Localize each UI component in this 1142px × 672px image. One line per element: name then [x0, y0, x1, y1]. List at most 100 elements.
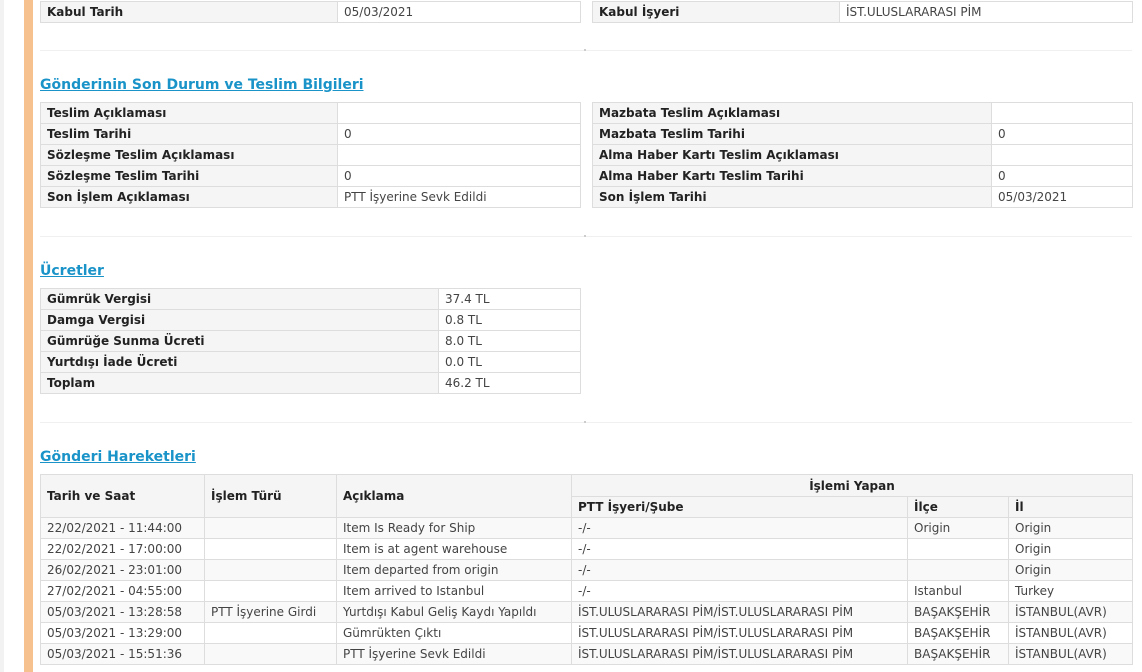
cell-tarih: 22/02/2021 - 11:44:00	[40, 517, 205, 539]
table-row: Mazbata Teslim Tarihi 0	[592, 123, 1133, 145]
table-row: Damga Vergisi 0.8 TL	[40, 309, 581, 331]
row-value	[991, 144, 1133, 166]
cell-ilce: Istanbul	[907, 580, 1009, 602]
separator	[40, 49, 1132, 51]
son-durum-left-table: Teslim Açıklaması Teslim Tarihi 0 Sözleşm…	[40, 102, 581, 208]
row-value: PTT İşyerine Sevk Edildi	[337, 186, 581, 208]
cell-il: İSTANBUL(AVR)	[1008, 643, 1133, 665]
row-label: Sözleşme Teslim Tarihi	[40, 165, 338, 187]
row-label: Gümrüğe Sunma Ücreti	[40, 330, 439, 352]
table-row: Gümrüğe Sunma Ücreti 8.0 TL	[40, 330, 581, 352]
cell-ilce: BAŞAKŞEHİR	[907, 643, 1009, 665]
row-label: Toplam	[40, 372, 439, 394]
row-value: 0	[991, 123, 1133, 145]
row-label: Alma Haber Kartı Teslim Tarihi	[592, 165, 992, 187]
row-value: 0.8 TL	[438, 309, 581, 331]
cell-aciklama: Item is at agent warehouse	[336, 538, 572, 560]
kabul-tarih-label: Kabul Tarih	[40, 1, 338, 23]
cell-il: Origin	[1008, 517, 1133, 539]
cell-islem	[204, 517, 337, 539]
cell-tarih: 05/03/2021 - 15:51:36	[40, 643, 205, 665]
table-row: Alma Haber Kartı Teslim Tarihi 0	[592, 165, 1133, 187]
cell-sube: İST.ULUSLARARASI PİM/İST.ULUSLARARASI Pİ…	[571, 601, 908, 623]
table-row: 05/03/2021 - 15:51:36 PTT İşyerine Sevk …	[40, 643, 1133, 665]
kabul-isyeri-value: İST.ULUSLARARASI PİM	[839, 1, 1133, 23]
table-row: 27/02/2021 - 04:55:00 Item arrived to Is…	[40, 580, 1133, 602]
cell-islem	[204, 559, 337, 581]
row-value: 05/03/2021	[991, 186, 1133, 208]
table-row: Yurtdışı İade Ücreti 0.0 TL	[40, 351, 581, 373]
cell-tarih: 27/02/2021 - 04:55:00	[40, 580, 205, 602]
kabul-isyeri-label: Kabul İşyeri	[592, 1, 840, 23]
row-value: 0	[337, 165, 581, 187]
table-row: Son İşlem Açıklaması PTT İşyerine Sevk Ed…	[40, 186, 581, 208]
col-header-sube: PTT İşyeri/Şube	[571, 496, 908, 518]
hareketler-title[interactable]: Gönderi Hareketleri	[40, 449, 196, 465]
row-value: 0	[991, 165, 1133, 187]
table-row: Son İşlem Tarihi 05/03/2021	[592, 186, 1133, 208]
son-durum-title[interactable]: Gönderinin Son Durum ve Teslim Bilgileri	[40, 77, 364, 93]
cell-ilce: Origin	[907, 517, 1009, 539]
table-row: Gümrük Vergisi 37.4 TL	[40, 288, 581, 310]
cell-aciklama: PTT İşyerine Sevk Edildi	[336, 643, 572, 665]
row-label: Alma Haber Kartı Teslim Açıklaması	[592, 144, 992, 166]
table-row: Sözleşme Teslim Tarihi 0	[40, 165, 581, 187]
cell-ilce	[907, 538, 1009, 560]
table-row: 05/03/2021 - 13:29:00 Gümrükten Çıktı İS…	[40, 622, 1133, 644]
row-label: Teslim Açıklaması	[40, 102, 338, 124]
cell-tarih: 05/03/2021 - 13:29:00	[40, 622, 205, 644]
col-header-islem: İşlem Türü	[204, 474, 337, 518]
row-label: Yurtdışı İade Ücreti	[40, 351, 439, 373]
ucretler-table: Gümrük Vergisi 37.4 TL Damga Vergisi 0.8 T…	[40, 288, 581, 394]
cell-ilce	[907, 559, 1009, 581]
row-label: Son İşlem Açıklaması	[40, 186, 338, 208]
row-label: Gümrük Vergisi	[40, 288, 439, 310]
row-label: Mazbata Teslim Tarihi	[592, 123, 992, 145]
table-row: 22/02/2021 - 11:44:00 Item Is Ready for …	[40, 517, 1133, 539]
row-value: 8.0 TL	[438, 330, 581, 352]
cell-tarih: 22/02/2021 - 17:00:00	[40, 538, 205, 560]
accent-bar	[24, 0, 33, 672]
table-row: Teslim Açıklaması	[40, 102, 581, 124]
kabul-tarih-value: 05/03/2021	[337, 1, 581, 23]
cell-tarih: 05/03/2021 - 13:28:58	[40, 601, 205, 623]
cell-aciklama: Gümrükten Çıktı	[336, 622, 572, 644]
kabul-tarih-row: Kabul Tarih 05/03/2021	[40, 1, 581, 23]
table-row: 22/02/2021 - 17:00:00 Item is at agent w…	[40, 538, 1133, 560]
cell-sube: İST.ULUSLARARASI PİM/İST.ULUSLARARASI Pİ…	[571, 622, 908, 644]
col-header-aciklama: Açıklama	[336, 474, 572, 518]
cell-sube: -/-	[571, 538, 908, 560]
son-durum-right-table: Mazbata Teslim Açıklaması Mazbata Teslim…	[592, 102, 1133, 208]
cell-sube: -/-	[571, 517, 908, 539]
col-header-tarih: Tarih ve Saat	[40, 474, 205, 518]
separator	[40, 421, 1132, 423]
row-value: 46.2 TL	[438, 372, 581, 394]
col-header-yapan: İşlemi Yapan	[571, 473, 1133, 498]
cell-islem	[204, 580, 337, 602]
cell-aciklama: Yurtdışı Kabul Geliş Kaydı Yapıldı	[336, 601, 572, 623]
kabul-right-table: Kabul İşyeri İST.ULUSLARARASI PİM	[592, 1, 1133, 23]
table-row: Teslim Tarihi 0	[40, 123, 581, 145]
hareketler-table: Tarih ve Saat İşlem Türü Açıklama İşlemi…	[40, 473, 1133, 665]
table-row: Mazbata Teslim Açıklaması	[592, 102, 1133, 124]
ucretler-title[interactable]: Ücretler	[40, 263, 104, 279]
row-value: 0.0 TL	[438, 351, 581, 373]
table-header-row: Tarih ve Saat İşlem Türü Açıklama İşlemi…	[40, 473, 1133, 518]
col-header-il: İl	[1008, 496, 1133, 518]
cell-islem: PTT İşyerine Girdi	[204, 601, 337, 623]
row-label: Mazbata Teslim Açıklaması	[592, 102, 992, 124]
cell-islem	[204, 622, 337, 644]
table-row: Toplam 46.2 TL	[40, 372, 581, 394]
cell-sube: İST.ULUSLARARASI PİM/İST.ULUSLARARASI Pİ…	[571, 643, 908, 665]
cell-tarih: 26/02/2021 - 23:01:00	[40, 559, 205, 581]
cell-il: Origin	[1008, 538, 1133, 560]
page-left-edge	[0, 0, 4, 672]
cell-il: İSTANBUL(AVR)	[1008, 622, 1133, 644]
cell-il: Turkey	[1008, 580, 1133, 602]
kabul-left-table: Kabul Tarih 05/03/2021	[40, 1, 581, 23]
table-row: Alma Haber Kartı Teslim Açıklaması	[592, 144, 1133, 166]
cell-islem	[204, 538, 337, 560]
cell-sube: -/-	[571, 559, 908, 581]
cell-sube: -/-	[571, 580, 908, 602]
table-row: Sözleşme Teslim Açıklaması	[40, 144, 581, 166]
